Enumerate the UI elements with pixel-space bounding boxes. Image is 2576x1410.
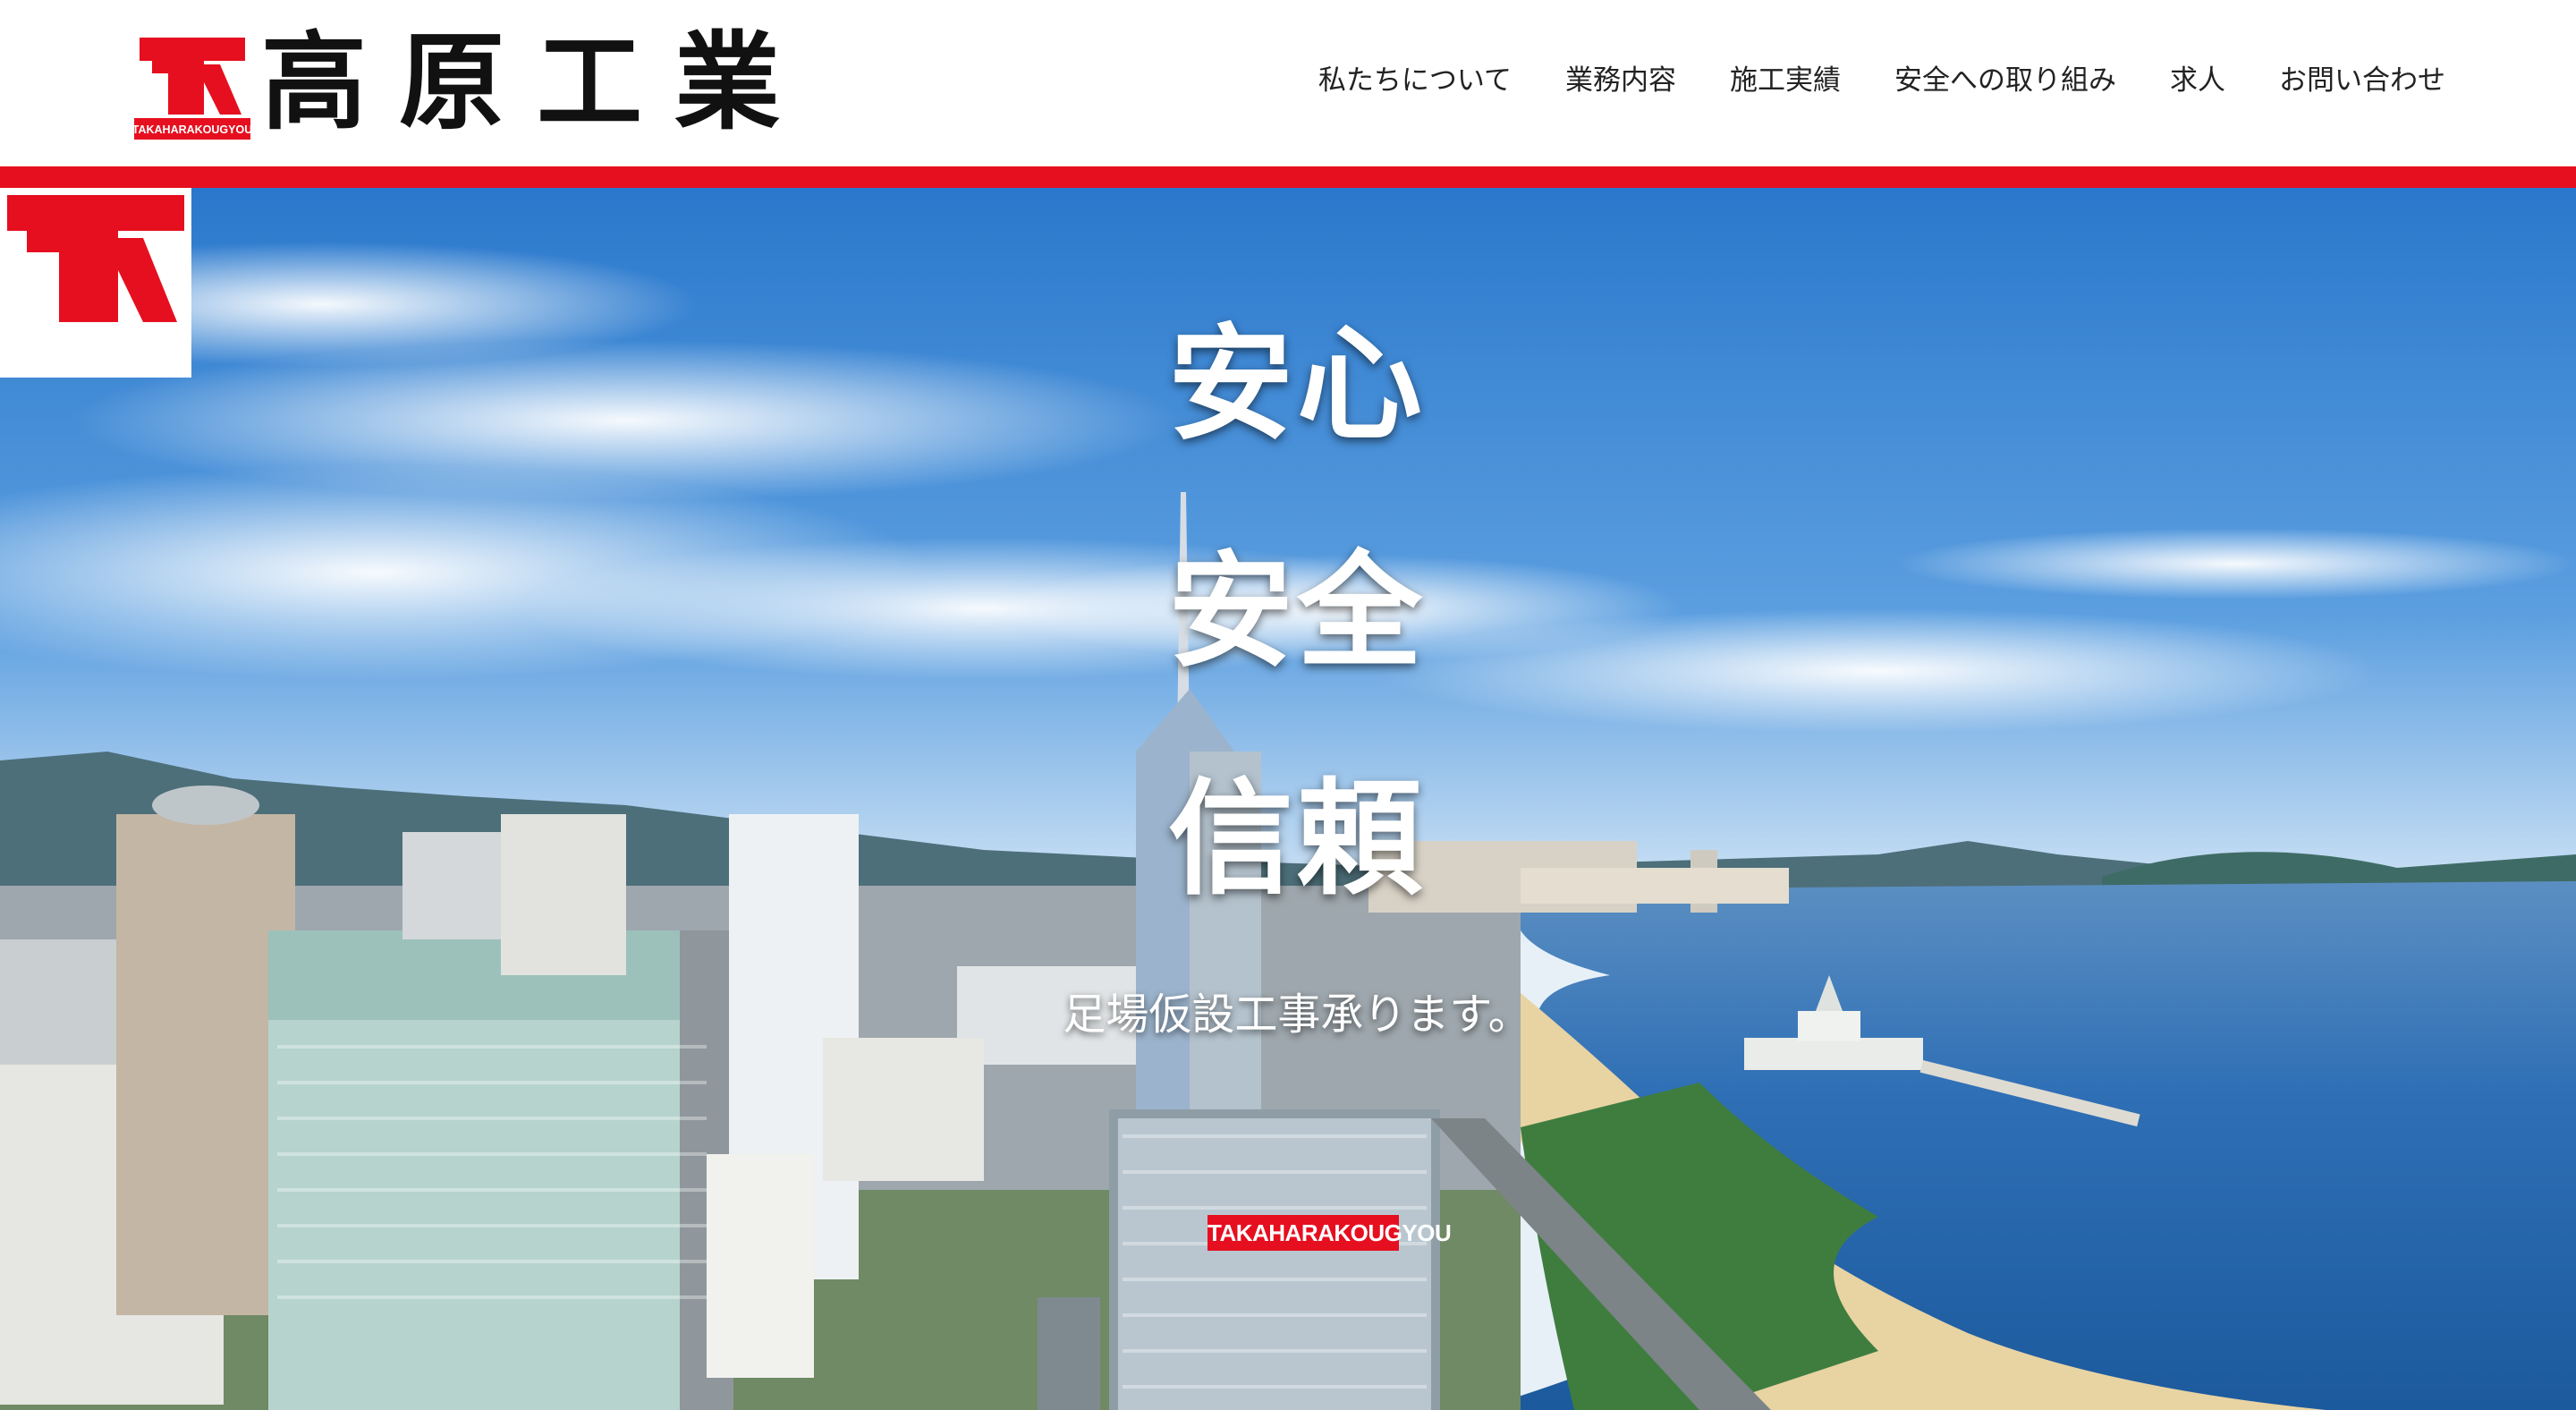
nav-recruit[interactable]: 求人 — [2170, 54, 2225, 107]
company-logo: TAKAHARAKOUGYOU — [134, 34, 250, 140]
nav-services[interactable]: 業務内容 — [1565, 54, 1676, 107]
nav-safety[interactable]: 安全への取り組み — [1894, 54, 2116, 107]
hero-word-anzen: 安全 — [1167, 539, 1426, 685]
hero-word-anshin: 安心 — [1167, 311, 1426, 458]
nav-contact[interactable]: お問い合わせ — [2279, 54, 2445, 107]
main-navigation: 私たちについて 業務内容 施工実績 安全への取り組み 求人 お問い合わせ — [1318, 54, 2445, 107]
site-header: TAKAHARAKOUGYOU 高原工業 私たちについて 業務内容 施工実績 安… — [0, 0, 2576, 166]
nav-works[interactable]: 施工実績 — [1730, 54, 1841, 107]
nav-about[interactable]: 私たちについて — [1318, 54, 1512, 107]
header-accent-bar — [0, 166, 2576, 188]
hero-section: 安心 安全 信頼 足場仮設工事承ります。 TAKAHARAKOUGYOU — [0, 188, 2576, 1410]
hero-headline: 安心 安全 信頼 — [1163, 322, 1431, 1004]
hero-tagline: 足場仮設工事承ります。 — [1063, 990, 1531, 1040]
logo-wordmark: TAKAHARAKOUGYOU — [134, 123, 250, 136]
building-sign-label: TAKAHARAKOUGYOU — [1208, 1215, 1452, 1251]
hero-word-shinrai: 信頼 — [1167, 766, 1426, 913]
building-sign-logo — [0, 188, 191, 378]
company-name: 高原工業 — [261, 20, 813, 144]
